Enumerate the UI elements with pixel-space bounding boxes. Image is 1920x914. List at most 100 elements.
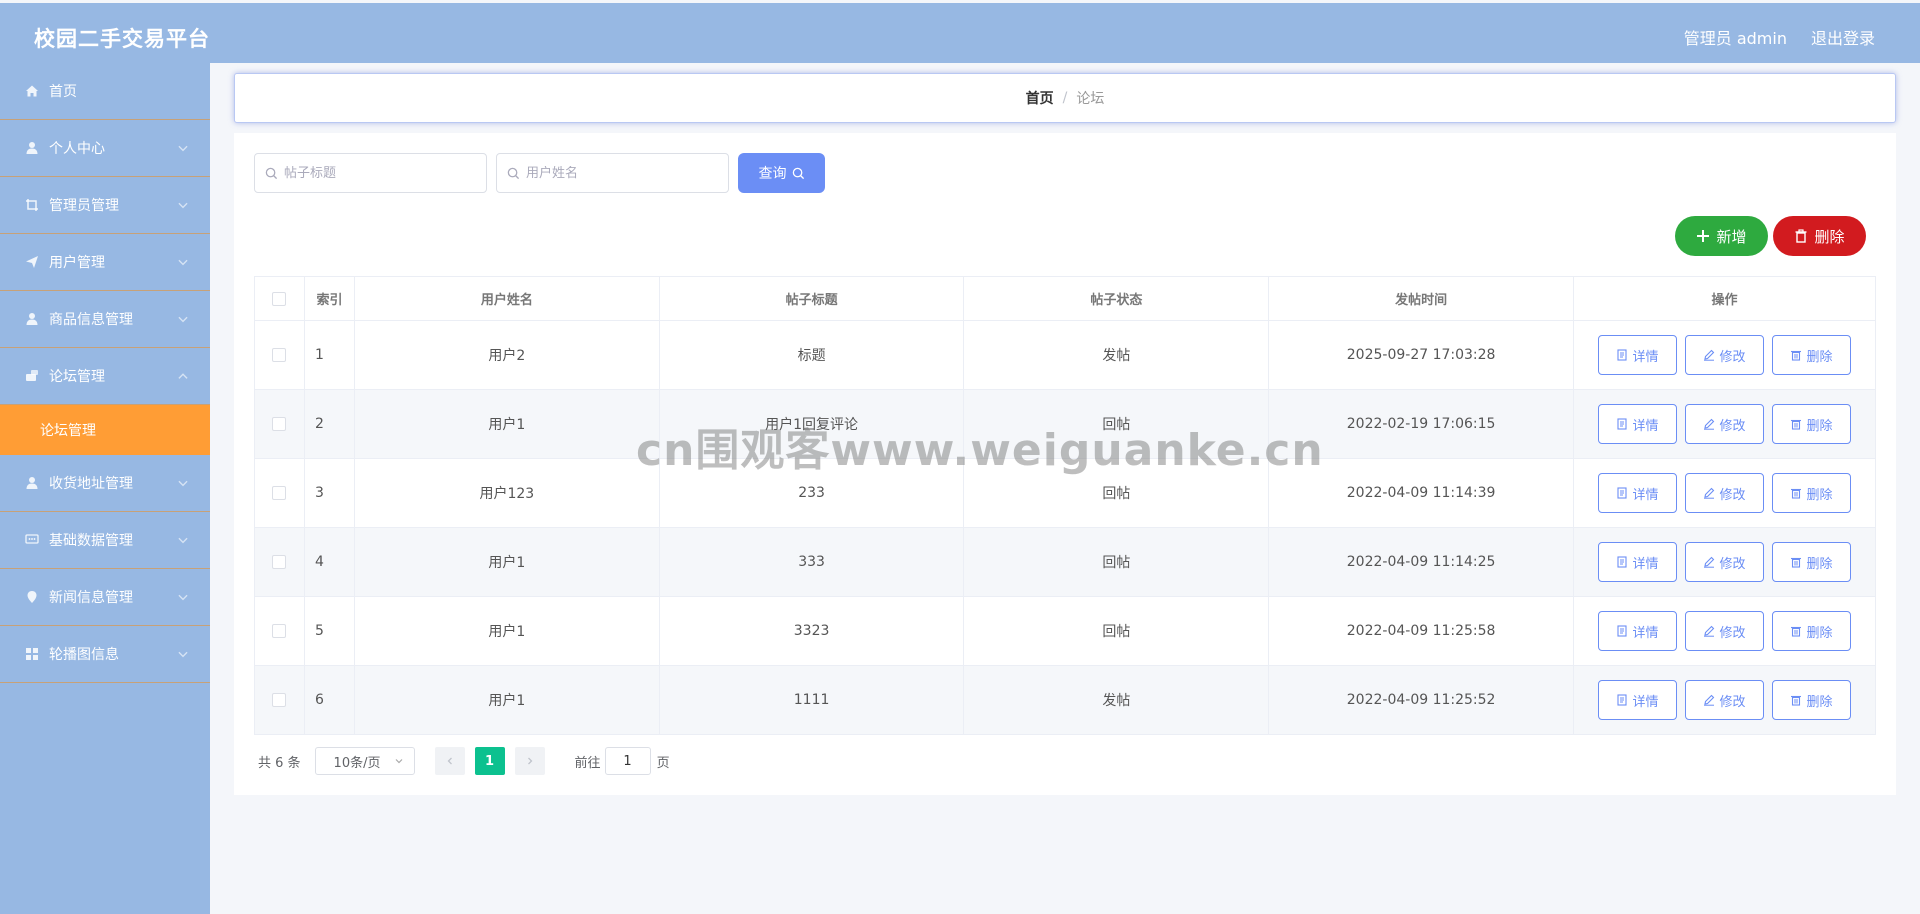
goto-page-input[interactable] bbox=[604, 747, 651, 775]
detail-button[interactable]: 详情 bbox=[1598, 473, 1677, 513]
cell-user: 用户1 bbox=[353, 665, 660, 735]
paper-plane-icon bbox=[24, 254, 40, 270]
chevron-down-icon bbox=[178, 480, 188, 487]
row-delete-button[interactable]: 删除 bbox=[1772, 335, 1851, 375]
edit-icon bbox=[1704, 694, 1715, 706]
top-header: 校园二手交易平台 管理员 admin 退出登录 bbox=[0, 3, 1920, 63]
chevron-down-icon bbox=[178, 537, 188, 544]
query-button[interactable]: 查询 bbox=[738, 153, 825, 193]
cell-user: 用户1 bbox=[353, 527, 660, 597]
location-icon bbox=[24, 589, 40, 605]
sidebar-item-6[interactable]: 收货地址管理 bbox=[0, 455, 210, 512]
edit-button[interactable]: 修改 bbox=[1685, 404, 1764, 444]
detail-label: 详情 bbox=[1632, 694, 1659, 710]
row-delete-button[interactable]: 删除 bbox=[1772, 611, 1851, 651]
logout-link[interactable]: 退出登录 bbox=[1811, 25, 1875, 49]
row-checkbox[interactable] bbox=[272, 624, 287, 638]
sidebar-item-5[interactable]: 论坛管理 bbox=[0, 348, 210, 405]
sidebar-item-7[interactable]: 基础数据管理 bbox=[0, 512, 210, 569]
cell-status: 回帖 bbox=[963, 596, 1270, 666]
row-delete-button[interactable]: 删除 bbox=[1772, 404, 1851, 444]
breadcrumb-home[interactable]: 首页 bbox=[1026, 88, 1054, 108]
detail-button[interactable]: 详情 bbox=[1598, 542, 1677, 582]
next-page-button[interactable] bbox=[514, 747, 545, 775]
header-user: 用户姓名 bbox=[353, 276, 660, 321]
sidebar-item-label: 个人中心 bbox=[49, 141, 105, 157]
page-number-button[interactable]: 1 bbox=[474, 747, 505, 775]
cell-time: 2022-04-09 11:25:52 bbox=[1268, 665, 1575, 735]
cell-index: 1 bbox=[303, 320, 355, 390]
row-checkbox[interactable] bbox=[272, 348, 287, 362]
edit-label: 修改 bbox=[1719, 556, 1746, 572]
batch-delete-button[interactable]: 删除 bbox=[1773, 216, 1866, 256]
pagination-total: 共 6 条 bbox=[258, 755, 301, 771]
cell-title: 标题 bbox=[658, 320, 965, 390]
edit-button[interactable]: 修改 bbox=[1685, 473, 1764, 513]
detail-label: 详情 bbox=[1632, 487, 1659, 503]
detail-button[interactable]: 详情 bbox=[1598, 680, 1677, 720]
plus-icon bbox=[1697, 230, 1710, 242]
header-status: 帖子状态 bbox=[963, 276, 1270, 321]
page-size-select[interactable]: 10条/页 bbox=[314, 747, 415, 775]
sidebar-item-1[interactable]: 个人中心 bbox=[0, 120, 210, 177]
delete-label: 删除 bbox=[1806, 625, 1833, 641]
cell-user: 用户2 bbox=[353, 320, 660, 390]
table-row: 1 用户2 标题 发帖 2025-09-27 17:03:28 详情 修改 删除 bbox=[254, 320, 1876, 390]
detail-button[interactable]: 详情 bbox=[1598, 404, 1677, 444]
user-name-search[interactable] bbox=[496, 153, 729, 193]
edit-button[interactable]: 修改 bbox=[1685, 680, 1764, 720]
add-button[interactable]: 新增 bbox=[1675, 216, 1768, 256]
edit-label: 修改 bbox=[1719, 418, 1746, 434]
page-suffix: 页 bbox=[656, 755, 670, 771]
cell-time: 2022-04-09 11:14:39 bbox=[1268, 458, 1575, 528]
edit-button[interactable]: 修改 bbox=[1685, 335, 1764, 375]
cell-ops: 详情 修改 删除 bbox=[1573, 527, 1876, 597]
row-delete-button[interactable]: 删除 bbox=[1772, 680, 1851, 720]
prev-page-button[interactable] bbox=[434, 747, 465, 775]
row-checkbox[interactable] bbox=[272, 486, 287, 500]
cell-index: 2 bbox=[303, 389, 355, 459]
chevron-right-icon bbox=[527, 757, 532, 765]
search-icon bbox=[507, 167, 520, 179]
row-delete-button[interactable]: 删除 bbox=[1772, 473, 1851, 513]
sidebar-item-8[interactable]: 新闻信息管理 bbox=[0, 569, 210, 626]
chevron-down-icon bbox=[178, 594, 188, 601]
document-icon bbox=[1617, 349, 1628, 361]
cell-status: 发帖 bbox=[963, 665, 1270, 735]
edit-button[interactable]: 修改 bbox=[1685, 542, 1764, 582]
detail-label: 详情 bbox=[1632, 349, 1659, 365]
detail-button[interactable]: 详情 bbox=[1598, 335, 1677, 375]
cell-user: 用户1 bbox=[353, 596, 660, 666]
breadcrumb-current: 论坛 bbox=[1076, 91, 1105, 107]
sidebar-item-3[interactable]: 用户管理 bbox=[0, 234, 210, 291]
goto-label: 前往 bbox=[574, 755, 601, 771]
table-row: 3 用户123 233 回帖 2022-04-09 11:14:39 详情 修改 删除 bbox=[254, 458, 1876, 528]
forum-table: 索引 用户姓名 帖子标题 帖子状态 发帖时间 操作 1 用户2 标题 发帖 2025-0… bbox=[254, 276, 1876, 735]
row-checkbox[interactable] bbox=[272, 417, 287, 431]
header-title: 帖子标题 bbox=[658, 276, 965, 321]
edit-button[interactable]: 修改 bbox=[1685, 611, 1764, 651]
sidebar-item-2[interactable]: 管理员管理 bbox=[0, 177, 210, 234]
row-checkbox[interactable] bbox=[272, 693, 287, 707]
cell-ops: 详情 修改 删除 bbox=[1573, 596, 1876, 666]
post-title-search[interactable] bbox=[254, 153, 487, 193]
table-row: 2 用户1 用户1回复评论 回帖 2022-02-19 17:06:15 详情 修改 删除 bbox=[254, 389, 1876, 459]
admin-label[interactable]: 管理员 admin bbox=[1684, 25, 1787, 49]
trash-icon bbox=[1791, 695, 1802, 706]
row-select-cell bbox=[254, 527, 305, 597]
row-delete-button[interactable]: 删除 bbox=[1772, 542, 1851, 582]
user-name-input[interactable] bbox=[526, 165, 706, 181]
sidebar-item-4[interactable]: 商品信息管理 bbox=[0, 291, 210, 348]
sidebar-item-label: 基础数据管理 bbox=[49, 533, 133, 549]
breadcrumb-separator: / bbox=[1062, 90, 1068, 106]
detail-button[interactable]: 详情 bbox=[1598, 611, 1677, 651]
post-title-input[interactable] bbox=[284, 165, 464, 181]
sidebar-item-9[interactable]: 轮播图信息 bbox=[0, 626, 210, 683]
sidebar-subitem-forum[interactable]: 论坛管理 bbox=[0, 405, 210, 455]
select-all-checkbox[interactable] bbox=[272, 291, 287, 306]
table-row: 5 用户1 3323 回帖 2022-04-09 11:25:58 详情 修改 删除 bbox=[254, 596, 1876, 666]
cell-time: 2025-09-27 17:03:28 bbox=[1268, 320, 1575, 390]
row-checkbox[interactable] bbox=[272, 555, 287, 569]
user-icon bbox=[24, 311, 40, 327]
sidebar-item-0[interactable]: 首页 bbox=[0, 63, 210, 120]
